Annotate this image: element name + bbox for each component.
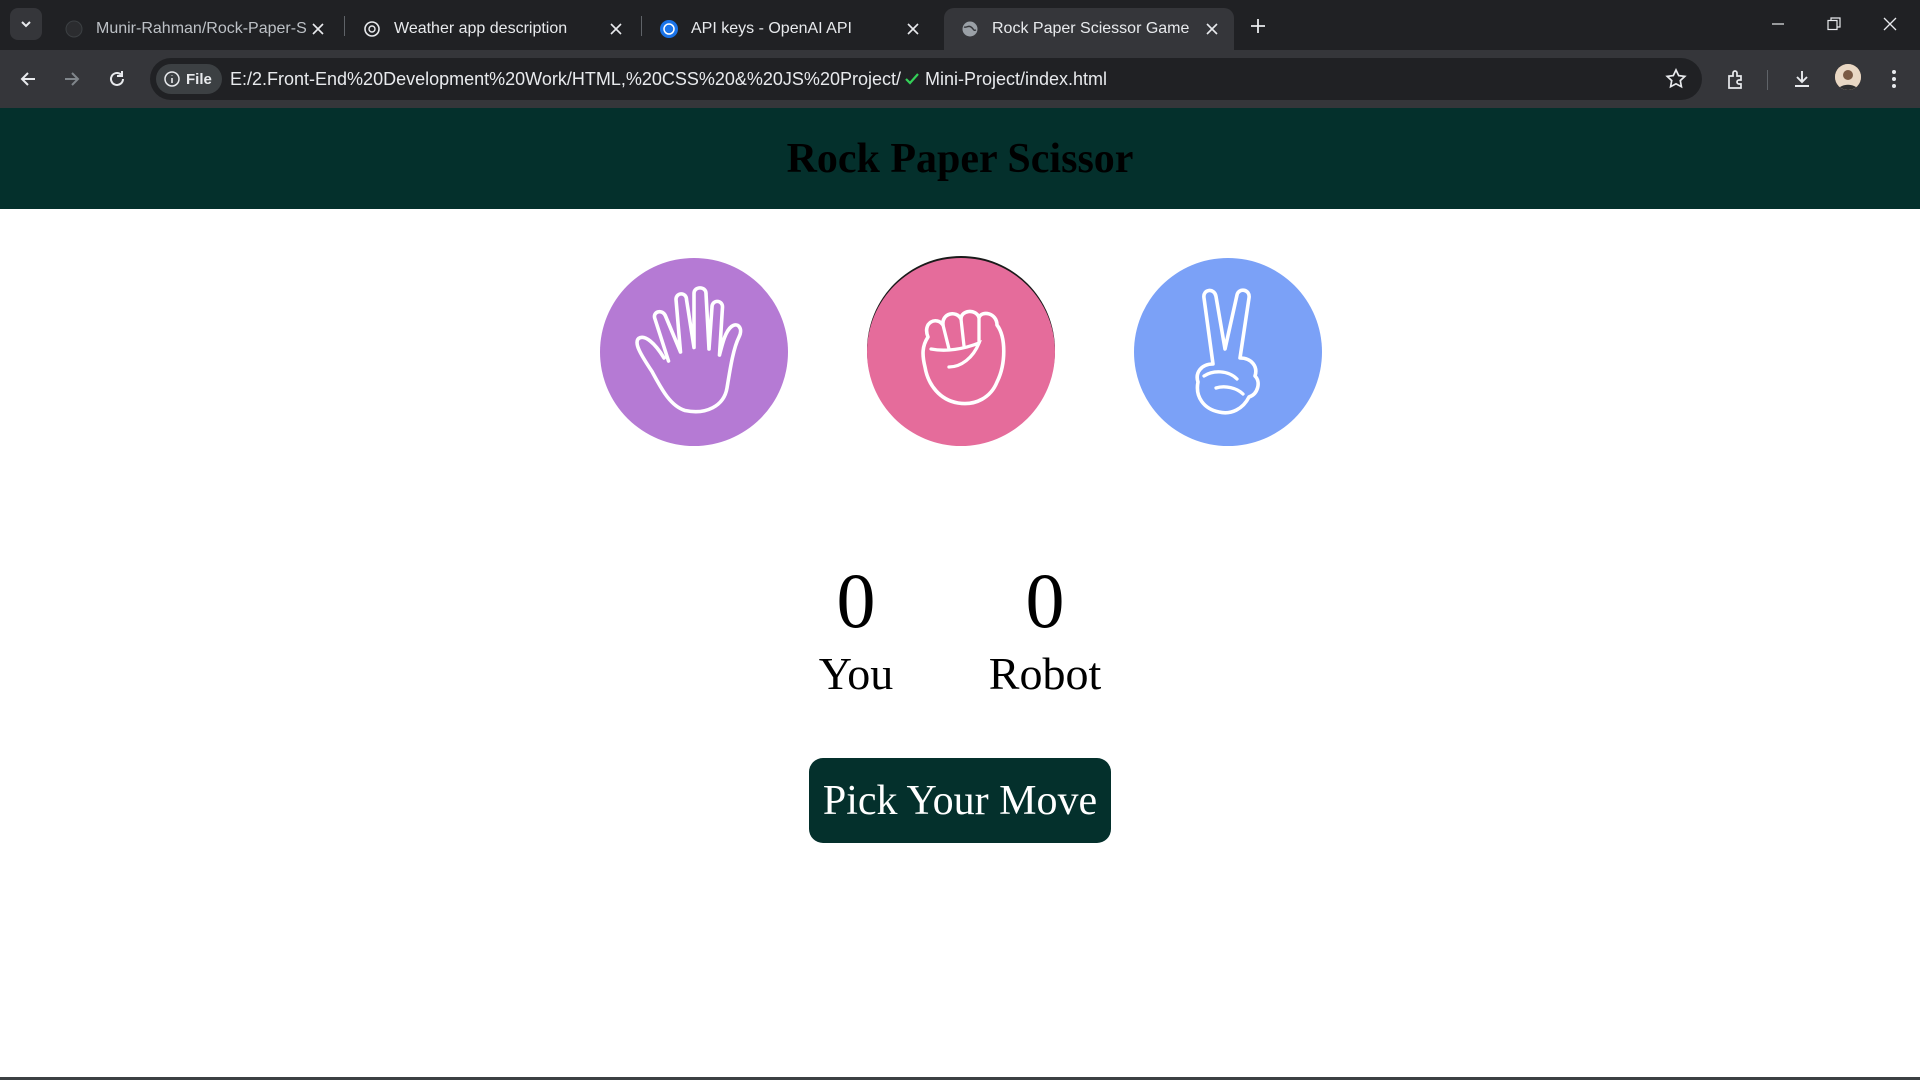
openai-api-icon	[659, 19, 679, 39]
tab-separator	[641, 16, 642, 36]
tab-title: Munir-Rahman/Rock-Paper-Sci	[96, 20, 306, 37]
tab-rock-paper-game[interactable]: Rock Paper Sciessor Game	[944, 8, 1234, 50]
close-icon[interactable]	[901, 17, 925, 41]
forward-button[interactable]	[56, 63, 88, 95]
restore-button[interactable]	[1806, 0, 1862, 48]
page-title: Rock Paper Scissor	[786, 135, 1134, 182]
robot-score-value: 0	[1025, 557, 1065, 644]
tab-api-keys[interactable]: API keys - OpenAI API	[643, 8, 935, 50]
arrow-right-icon	[65, 72, 80, 86]
url-suffix: Mini-Project/index.html	[924, 68, 1108, 89]
extensions-icon[interactable]	[1720, 63, 1752, 95]
tab-weather[interactable]: Weather app description	[346, 8, 638, 50]
rock-choice[interactable]	[867, 258, 1055, 446]
back-button[interactable]	[12, 63, 44, 95]
paper-choice[interactable]	[600, 258, 788, 446]
url-prefix: E:/2.Front-End%20Development%20Work/HTML…	[230, 68, 901, 89]
tab-title: API keys - OpenAI API	[691, 20, 852, 37]
new-tab-button[interactable]	[1244, 12, 1272, 40]
tab-title: Rock Paper Sciessor Game	[992, 20, 1190, 37]
info-icon	[164, 71, 180, 87]
tab-github[interactable]: Munir-Rahman/Rock-Paper-Sci	[48, 8, 340, 50]
user-score-value: 0	[836, 557, 876, 644]
plus-icon	[1251, 19, 1265, 33]
user-score-label: You	[818, 648, 894, 699]
chevron-down-icon	[21, 21, 31, 28]
open-hand-icon	[635, 286, 743, 414]
site-chip-label: File	[186, 70, 212, 88]
tab-separator	[344, 16, 345, 36]
globe-icon	[960, 19, 980, 39]
pick-move-message[interactable]: Pick Your Move	[809, 758, 1111, 843]
robot-score-label: Robot	[988, 648, 1102, 699]
close-icon[interactable]	[1200, 17, 1224, 41]
openai-icon	[362, 19, 382, 39]
scissor-choice[interactable]	[1134, 258, 1322, 446]
close-icon	[1883, 17, 1897, 31]
close-icon[interactable]	[306, 17, 330, 41]
github-icon	[64, 19, 84, 39]
bookmark-star-icon[interactable]	[1664, 67, 1688, 91]
fist-icon	[921, 309, 1006, 406]
reload-button[interactable]	[101, 63, 133, 95]
restore-icon	[1827, 17, 1841, 31]
profile-avatar[interactable]	[1835, 64, 1861, 90]
tab-title: Weather app description	[394, 20, 568, 37]
more-menu-icon[interactable]	[1878, 63, 1910, 95]
robot-score: 0 Robot	[975, 555, 1115, 701]
minimize-icon	[1772, 23, 1784, 25]
reload-icon	[110, 71, 124, 86]
site-info-chip[interactable]: File	[156, 64, 222, 94]
arrow-left-icon	[20, 72, 35, 86]
user-score: 0 You	[806, 555, 906, 701]
browser-toolbar: File E:/2.Front-End%20Development%20Work…	[0, 50, 1920, 108]
tab-search-button[interactable]	[10, 8, 42, 40]
url-text[interactable]: E:/2.Front-End%20Development%20Work/HTML…	[230, 58, 1107, 100]
address-bar[interactable]: File E:/2.Front-End%20Development%20Work…	[150, 58, 1702, 100]
peace-hand-icon	[1195, 288, 1260, 415]
minimize-button[interactable]	[1750, 0, 1806, 48]
download-icon[interactable]	[1786, 63, 1818, 95]
toolbar-divider	[1767, 70, 1768, 90]
close-icon[interactable]	[604, 17, 628, 41]
page-header: Rock Paper Scissor	[0, 108, 1920, 209]
close-window-button[interactable]	[1862, 0, 1918, 48]
tab-strip: Munir-Rahman/Rock-Paper-Sci Weather app …	[0, 0, 1920, 50]
check-icon	[903, 70, 921, 88]
